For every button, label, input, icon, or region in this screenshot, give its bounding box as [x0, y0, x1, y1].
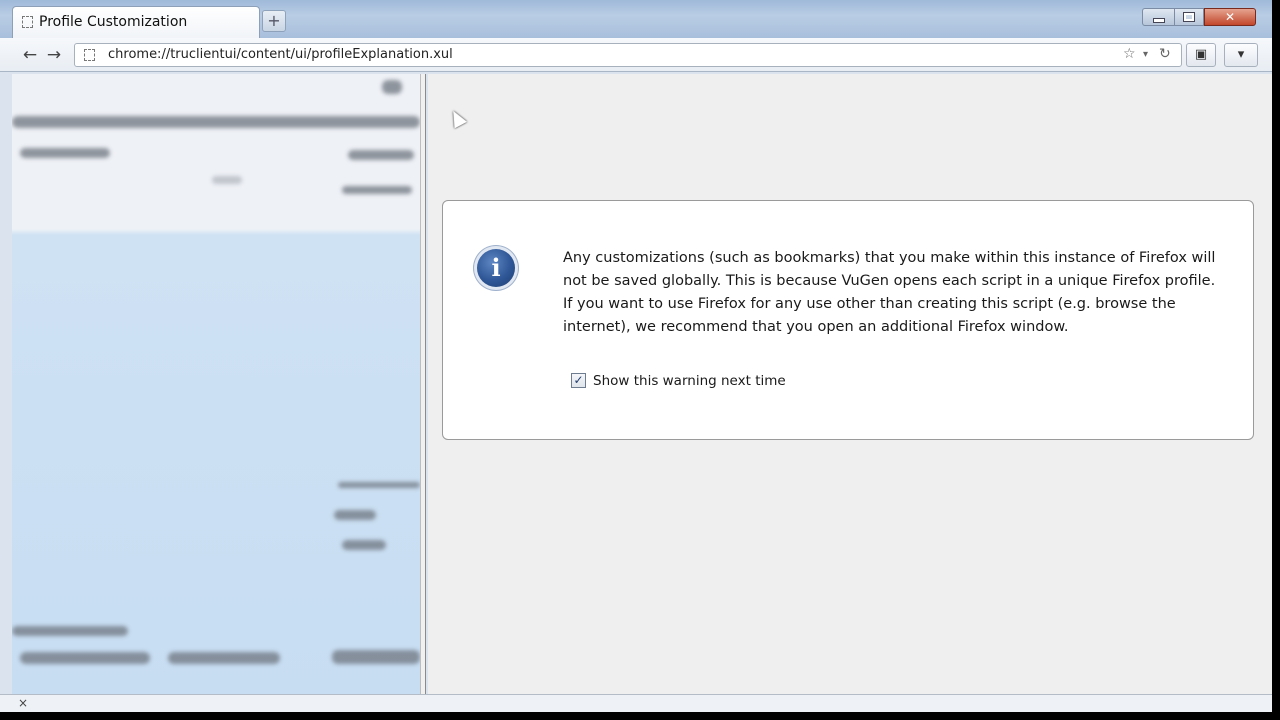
- page-icon: [84, 49, 95, 61]
- maximize-button[interactable]: [1174, 8, 1204, 26]
- forward-button[interactable]: →: [43, 44, 65, 66]
- tab-title: Profile Customization: [39, 14, 188, 30]
- history-dropdown-icon[interactable]: ▾: [1143, 49, 1148, 60]
- blurred-application-pane: [12, 74, 420, 694]
- title-bar: Profile Customization +: [0, 0, 1272, 38]
- new-tab-button[interactable]: +: [262, 10, 286, 32]
- pane-splitter[interactable]: [420, 74, 426, 694]
- show-warning-checkbox[interactable]: ✓: [571, 373, 586, 388]
- reload-icon[interactable]: ↻: [1159, 46, 1171, 62]
- bookmark-star-icon[interactable]: ☆: [1123, 46, 1136, 62]
- warning-message: Any customizations (such as bookmarks) t…: [563, 250, 1216, 335]
- profile-warning-dialog: i Any customizations (such as bookmarks)…: [442, 200, 1254, 440]
- page-icon: [22, 16, 33, 28]
- info-icon: i: [477, 249, 515, 287]
- browser-window: Profile Customization + ← → chrome://tru…: [0, 0, 1272, 712]
- show-warning-label[interactable]: Show this warning next time: [593, 373, 786, 389]
- addon-button[interactable]: ▣: [1186, 43, 1216, 67]
- content-pane: i Any customizations (such as bookmarks)…: [428, 74, 1272, 694]
- mouse-cursor-icon: [447, 107, 467, 129]
- url-text[interactable]: chrome://truclientui/content/ui/profileE…: [108, 47, 453, 62]
- minimize-button[interactable]: [1142, 8, 1174, 26]
- close-button[interactable]: [1204, 8, 1256, 26]
- menu-button[interactable]: ▾: [1224, 43, 1258, 67]
- status-bar: ×: [0, 694, 1272, 712]
- navigation-toolbar: ← → chrome://truclientui/content/ui/prof…: [0, 38, 1272, 72]
- tab-profile-customization[interactable]: Profile Customization: [12, 6, 260, 38]
- back-button[interactable]: ←: [19, 44, 41, 66]
- close-statusbar-icon[interactable]: ×: [18, 695, 28, 711]
- url-bar[interactable]: chrome://truclientui/content/ui/profileE…: [74, 43, 1182, 67]
